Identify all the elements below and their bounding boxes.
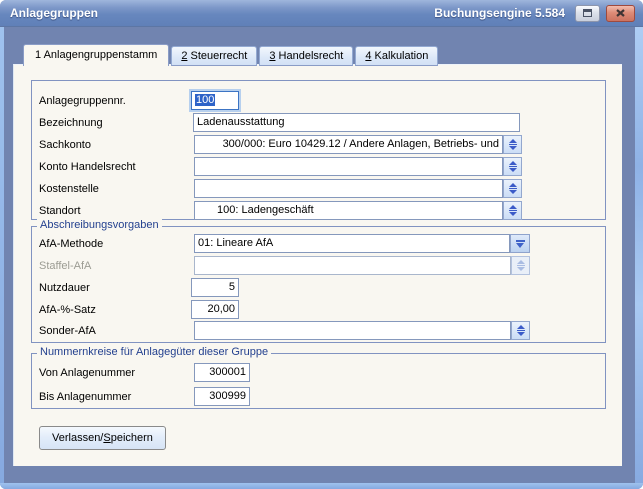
standort-label: Standort	[39, 203, 81, 219]
window-border-left	[0, 27, 4, 489]
sonder-afa-spin-button[interactable]	[511, 321, 530, 340]
bezeichnung-input[interactable]: Ladenausstattung	[193, 113, 520, 132]
restore-icon	[583, 9, 592, 17]
afa-methode-dropdown-button[interactable]	[510, 234, 530, 253]
bis-anlagenummer-input[interactable]: 300999	[194, 387, 250, 406]
tab-handelsrecht[interactable]: 3 Handelsrecht	[259, 46, 353, 66]
tab-kalkulation[interactable]: 4 Kalkulation	[355, 46, 438, 66]
sonder-afa-input[interactable]	[194, 321, 511, 340]
konto-handelsrecht-spin-button[interactable]	[503, 157, 522, 176]
afa-methode-combobox[interactable]: 01: Lineare AfA	[194, 234, 510, 253]
tab-page-anlagengruppenstamm: Anlagegruppennr. 100 Bezeichnung Ladenau…	[13, 64, 622, 466]
staffel-afa-spin-button	[511, 256, 530, 275]
tab-steuerrecht[interactable]: 2 Steuerrecht	[171, 46, 257, 66]
button-label-part: peichern	[111, 432, 153, 444]
standort-spin-button[interactable]	[503, 201, 522, 220]
nummernkreise-group-title: Nummernkreise für Anlagegüter dieser Gru…	[37, 346, 271, 359]
window-border-bottom	[0, 483, 643, 489]
von-anlagenummer-label: Von Anlagenummer	[39, 365, 135, 381]
titlebar[interactable]: Anlagegruppen Buchungsengine 5.584	[0, 0, 643, 27]
afa-prozent-satz-input[interactable]: 20,00	[191, 300, 239, 319]
anlagegruppen-window: Anlagegruppen Buchungsengine 5.584 1 Anl…	[0, 0, 643, 489]
app-version-label: Buchungsengine 5.584	[434, 6, 565, 20]
tab-label: Kalkulation	[371, 50, 428, 62]
kostenstelle-label: Kostenstelle	[39, 181, 99, 197]
kostenstelle-spin-button[interactable]	[503, 179, 522, 198]
window-border-right	[635, 27, 643, 489]
verlassen-speichern-button[interactable]: Verlassen/Speichern	[39, 426, 166, 450]
abschreibungsvorgaben-group-title: Abschreibungsvorgaben	[37, 219, 162, 232]
tab-label: 1 Anlagengruppenstamm	[35, 49, 157, 61]
close-icon	[616, 9, 625, 17]
sachkonto-label: Sachkonto	[39, 137, 91, 153]
von-anlagenummer-input[interactable]: 300001	[194, 363, 250, 382]
button-label-part: Verlassen/	[52, 432, 103, 444]
nutzdauer-input[interactable]: 5	[191, 278, 239, 297]
afa-methode-label: AfA-Methode	[39, 236, 103, 252]
sachkonto-input[interactable]: 300/000: Euro 10429.12 / Andere Anlagen,…	[194, 135, 503, 154]
restore-button[interactable]	[575, 5, 600, 22]
anlagegruppennr-input[interactable]: 100	[191, 91, 239, 110]
tab-label: Steuerrecht	[187, 50, 247, 62]
tab-anlagengruppenstamm[interactable]: 1 Anlagengruppenstamm	[23, 44, 169, 66]
standort-input[interactable]: 100: Ladengeschäft	[194, 201, 503, 220]
bis-anlagenummer-label: Bis Anlagenummer	[39, 389, 131, 405]
kostenstelle-input[interactable]	[194, 179, 503, 198]
bezeichnung-label: Bezeichnung	[39, 115, 103, 131]
staffel-afa-input	[194, 256, 511, 275]
nutzdauer-label: Nutzdauer	[39, 280, 90, 296]
titlebar-right: Buchungsengine 5.584	[434, 5, 635, 22]
anlagegruppennr-label: Anlagegruppennr.	[39, 93, 126, 109]
konto-handelsrecht-label: Konto Handelsrecht	[39, 159, 136, 175]
selected-text: 100	[195, 94, 215, 106]
afa-prozent-satz-label: AfA-%-Satz	[39, 302, 96, 318]
close-button[interactable]	[606, 5, 635, 22]
sonder-afa-label: Sonder-AfA	[39, 323, 96, 339]
window-title: Anlagegruppen	[10, 6, 98, 20]
sachkonto-spin-button[interactable]	[503, 135, 522, 154]
staffel-afa-label: Staffel-AfA	[39, 258, 91, 274]
tab-label: Handelsrecht	[275, 50, 343, 62]
button-accesskey: S	[103, 432, 110, 444]
konto-handelsrecht-input[interactable]	[194, 157, 503, 176]
tab-strip: 1 Anlagengruppenstamm 2 Steuerrecht 3 Ha…	[23, 44, 440, 66]
